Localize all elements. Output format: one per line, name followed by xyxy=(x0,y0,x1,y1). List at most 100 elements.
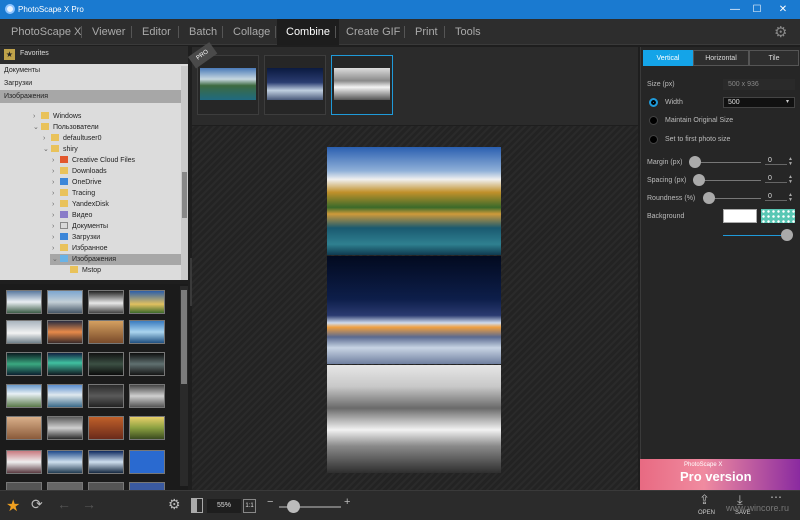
thumbnail[interactable] xyxy=(6,482,42,490)
back-arrow-icon[interactable]: ← xyxy=(57,496,71,512)
actual-size-button[interactable]: 1:1 xyxy=(243,499,256,513)
zoom-in-icon[interactable]: + xyxy=(344,496,350,508)
tab-photoscape-x[interactable]: PhotoScape X xyxy=(2,19,90,45)
thumbnail[interactable] xyxy=(129,384,165,408)
thumbnail[interactable] xyxy=(47,482,83,490)
gear-icon[interactable]: ⚙ xyxy=(774,23,787,41)
tab-create-gif[interactable]: Create GIF xyxy=(337,19,409,45)
maintain-size-radio[interactable] xyxy=(649,116,658,125)
thumbnail[interactable] xyxy=(47,450,83,474)
tab-tile[interactable]: Tile xyxy=(749,50,799,66)
expand-icon[interactable]: › xyxy=(52,232,60,243)
thumbnail-scrollbar[interactable] xyxy=(180,286,188,486)
thumbnail[interactable] xyxy=(129,450,165,474)
expand-icon[interactable]: ⌄ xyxy=(43,144,51,155)
thumbnail[interactable] xyxy=(88,416,124,440)
favorite-item[interactable]: Изображения xyxy=(0,90,188,103)
expand-icon[interactable]: › xyxy=(52,210,60,221)
thumbnail[interactable] xyxy=(88,290,124,314)
roundness-slider[interactable] xyxy=(709,198,761,199)
maximize-button[interactable]: ☐ xyxy=(744,0,770,19)
thumbnail[interactable] xyxy=(129,352,165,376)
thumbnail[interactable] xyxy=(88,482,124,490)
thumbnail[interactable] xyxy=(129,416,165,440)
zoom-out-icon[interactable]: − xyxy=(267,496,273,508)
expand-icon[interactable]: › xyxy=(52,177,60,188)
tab-batch[interactable]: Batch xyxy=(180,19,226,45)
more-icon[interactable]: ⋯ xyxy=(770,490,782,504)
thumbnail[interactable] xyxy=(88,320,124,344)
thumbnail[interactable] xyxy=(6,416,42,440)
tree-node[interactable]: › Документы xyxy=(52,221,108,232)
tree-node[interactable]: ⌄ shiry xyxy=(43,144,78,155)
forward-arrow-icon[interactable]: → xyxy=(82,496,96,512)
refresh-icon[interactable]: ⟳ xyxy=(31,496,43,513)
strip-photo-3[interactable] xyxy=(331,55,393,115)
thumbnail[interactable] xyxy=(47,384,83,408)
background-color-swatch[interactable] xyxy=(723,209,757,223)
thumbnail[interactable] xyxy=(47,352,83,376)
spacing-value[interactable]: 0 xyxy=(765,175,787,183)
thumbnail[interactable] xyxy=(129,482,165,490)
thumbnail[interactable] xyxy=(6,450,42,474)
expand-icon[interactable]: › xyxy=(52,221,60,232)
zoom-value[interactable]: 55% xyxy=(207,499,241,513)
thumbnail[interactable] xyxy=(6,320,42,344)
close-button[interactable]: ✕ xyxy=(770,0,796,19)
expand-icon[interactable]: › xyxy=(33,111,41,122)
background-opacity-slider[interactable] xyxy=(723,235,787,236)
tree-node[interactable]: Mstop xyxy=(62,265,101,276)
margin-slider-knob[interactable] xyxy=(689,156,701,168)
thumbnail[interactable] xyxy=(88,450,124,474)
scrollbar-thumb[interactable] xyxy=(181,290,187,384)
background-opacity-knob[interactable] xyxy=(781,229,793,241)
thumbnail[interactable] xyxy=(129,290,165,314)
expand-icon[interactable]: › xyxy=(52,166,60,177)
favorite-item[interactable]: Документы xyxy=(0,64,188,77)
tree-node[interactable]: › Downloads xyxy=(52,166,107,177)
tree-node[interactable]: › YandexDisk xyxy=(52,199,109,210)
open-label[interactable]: OPEN xyxy=(698,510,715,516)
open-icon[interactable]: ⇪ xyxy=(699,492,710,508)
pro-version-banner[interactable]: PhotoScape X Pro version xyxy=(640,459,800,490)
thumbnail[interactable] xyxy=(129,320,165,344)
tab-horizontal[interactable]: Horizontal xyxy=(693,50,749,66)
width-radio[interactable] xyxy=(649,98,658,107)
tree-node[interactable]: › Tracing xyxy=(52,188,95,199)
thumbnail[interactable] xyxy=(88,352,124,376)
tree-node[interactable]: › defaultuser0 xyxy=(43,133,102,144)
first-photo-size-radio[interactable] xyxy=(649,135,658,144)
expand-icon[interactable]: › xyxy=(52,188,60,199)
tree-node[interactable]: › Видео xyxy=(52,210,92,221)
background-pattern-swatch[interactable] xyxy=(761,209,795,223)
tree-node-selected[interactable]: ⌄ Изображения xyxy=(50,254,181,265)
tab-viewer[interactable]: Viewer xyxy=(83,19,134,45)
roundness-slider-knob[interactable] xyxy=(703,192,715,204)
stepper-icon[interactable]: ▲ ▼ xyxy=(788,175,793,185)
thumbnail[interactable] xyxy=(47,320,83,344)
margin-value[interactable]: 0 xyxy=(765,157,787,165)
tree-node[interactable]: › OneDrive xyxy=(52,177,102,188)
scrollbar-thumb[interactable] xyxy=(182,172,187,218)
thumbnail[interactable] xyxy=(47,290,83,314)
tab-collage[interactable]: Collage xyxy=(224,19,279,45)
tree-node[interactable]: › Избранное xyxy=(52,243,107,254)
expand-icon[interactable]: › xyxy=(52,155,60,166)
thumbnail[interactable] xyxy=(88,384,124,408)
margin-slider[interactable] xyxy=(695,162,761,163)
stepper-icon[interactable]: ▲ ▼ xyxy=(788,193,793,203)
gear-icon[interactable]: ⚙ xyxy=(168,496,181,513)
tree-node[interactable]: › Загрузки xyxy=(52,232,100,243)
compare-icon[interactable] xyxy=(191,498,203,513)
tab-editor[interactable]: Editor xyxy=(133,19,180,45)
tree-scrollbar[interactable] xyxy=(181,66,188,280)
tab-print[interactable]: Print xyxy=(406,19,447,45)
expand-icon[interactable]: › xyxy=(52,199,60,210)
favorite-item[interactable]: Загрузки xyxy=(0,77,188,90)
thumbnail[interactable] xyxy=(47,416,83,440)
spacing-slider-knob[interactable] xyxy=(693,174,705,186)
tree-node[interactable]: › Creative Cloud Files xyxy=(52,155,135,166)
tree-node[interactable]: ⌄ Пользователи xyxy=(33,122,99,133)
expand-icon[interactable]: ⌄ xyxy=(33,122,41,133)
strip-photo-2[interactable] xyxy=(264,55,326,115)
